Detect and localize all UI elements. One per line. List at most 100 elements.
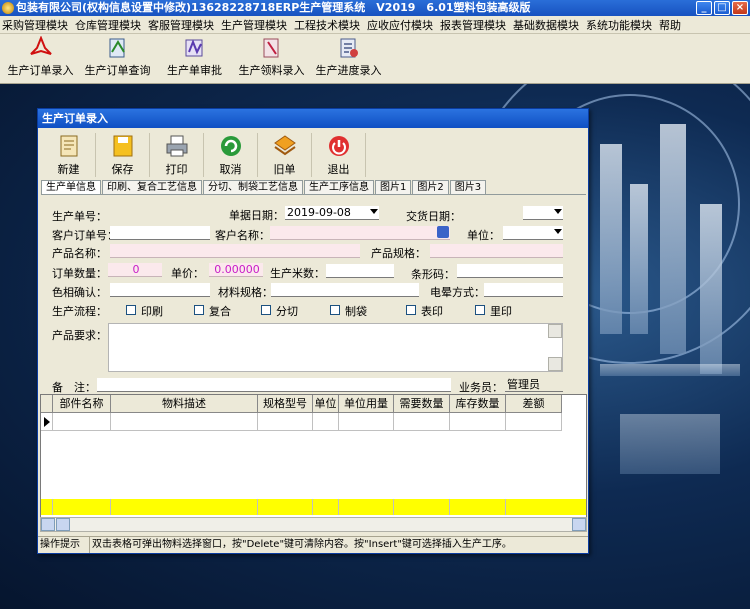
process-print-checkbox[interactable] (126, 305, 136, 315)
unit-field[interactable] (503, 226, 563, 240)
col-required-qty[interactable]: 需要数量 (394, 395, 450, 413)
grid-horizontal-scrollbar[interactable] (40, 517, 587, 532)
tab-print-laminate[interactable]: 印刷、复合工艺信息 (102, 180, 202, 194)
menu-engineering[interactable]: 工程技术模块 (292, 17, 365, 33)
price-label: 单价： (171, 267, 204, 280)
menu-production[interactable]: 生产管理模块 (219, 17, 292, 33)
col-difference[interactable]: 差额 (506, 395, 562, 413)
exit-button[interactable]: 退出 (312, 133, 366, 177)
barcode-field[interactable] (457, 264, 563, 278)
process-laminate-checkbox[interactable] (194, 305, 204, 315)
cancel-button[interactable]: 取消 (204, 133, 258, 177)
color-confirm-label: 色相确认： (52, 286, 107, 299)
color-confirm-field[interactable] (110, 283, 210, 297)
col-unit[interactable]: 单位 (313, 395, 339, 413)
product-spec-field[interactable] (430, 244, 563, 258)
menu-receivable-payable[interactable]: 应收应付模块 (365, 17, 438, 33)
search-icon[interactable] (437, 226, 449, 238)
col-part-name[interactable]: 部件名称 (53, 395, 111, 413)
cancel-icon (220, 136, 241, 156)
product-name-label: 产品名称： (52, 247, 107, 260)
production-order-dialog: 生产订单录入 新建 保存 打印 取消 旧单 退出 生产单信息 印刷、复合工艺信息 (37, 108, 589, 554)
scroll-thumb[interactable] (56, 518, 70, 531)
menu-system[interactable]: 系统功能模块 (584, 17, 657, 33)
chevron-down-icon (554, 209, 562, 214)
scroll-left-button[interactable] (41, 518, 55, 531)
tab-image-3[interactable]: 图片3 (449, 180, 487, 194)
exit-label: 退出 (327, 163, 350, 176)
process-surface-print-checkbox[interactable] (406, 305, 416, 315)
dialog-title: 生产订单录入 (38, 109, 588, 128)
scroll-down-button[interactable] (548, 357, 562, 371)
new-button[interactable]: 新建 (42, 133, 96, 177)
col-spec-model[interactable]: 规格型号 (258, 395, 313, 413)
production-progress-button[interactable]: 生产进度录入 (310, 34, 387, 82)
cust-name-field[interactable] (270, 226, 450, 240)
material-requisition-button[interactable]: 生产领料录入 (233, 34, 310, 82)
process-laminate-label: 复合 (209, 305, 231, 318)
process-reverse-print-label: 里印 (490, 305, 512, 318)
col-unit-usage[interactable]: 单位用量 (339, 395, 394, 413)
requirement-textarea[interactable] (108, 323, 563, 372)
close-button[interactable]: × (732, 1, 748, 15)
production-order-entry-button[interactable]: 生产订单录入 (2, 34, 79, 82)
print-icon (166, 135, 187, 157)
requirement-label: 产品要求： (52, 329, 107, 342)
remark-field[interactable] (97, 378, 451, 392)
material-icon (263, 38, 278, 58)
doc-date-field[interactable]: 2019-09-08 (285, 206, 379, 220)
grid-total-row (41, 499, 586, 515)
maximize-button[interactable]: □ (714, 1, 730, 15)
tab-slit-bag[interactable]: 分切、制袋工艺信息 (203, 180, 303, 194)
old-order-button[interactable]: 旧单 (258, 133, 312, 177)
price-field[interactable]: 0.00000 (209, 263, 263, 277)
col-stock-qty[interactable]: 库存数量 (450, 395, 506, 413)
tab-image-1[interactable]: 图片1 (375, 180, 412, 194)
main-toolbar: 生产订单录入 生产订单查询 生产单审批 生产领料录入 生产进度录入 (0, 34, 750, 84)
menu-customer-service[interactable]: 客服管理模块 (146, 17, 219, 33)
tab-image-2[interactable]: 图片2 (412, 180, 449, 194)
delivery-date-field[interactable] (523, 206, 563, 220)
corona-label: 电晕方式： (430, 286, 485, 299)
product-spec-label: 产品规格： (371, 247, 426, 260)
process-slit-checkbox[interactable] (261, 305, 271, 315)
salesman-field[interactable]: 管理员 (505, 378, 563, 392)
cust-name-label: 客户名称： (215, 229, 270, 242)
main-toolbar-label: 生产领料录入 (238, 64, 305, 77)
process-surface-print-label: 表印 (421, 305, 443, 318)
print-button[interactable]: 打印 (150, 133, 204, 177)
corona-field[interactable] (484, 283, 563, 297)
print-label: 打印 (165, 163, 188, 176)
process-bag-checkbox[interactable] (330, 305, 340, 315)
minimize-button[interactable]: _ (696, 1, 712, 15)
material-grid[interactable]: 部件名称 物料描述 规格型号 单位 单位用量 需要数量 库存数量 差额 (40, 394, 587, 518)
col-material-desc[interactable]: 物料描述 (111, 395, 258, 413)
material-spec-field[interactable] (271, 283, 419, 297)
pdf-icon (29, 36, 52, 55)
meters-label: 生产米数： (270, 267, 325, 280)
production-order-query-button[interactable]: 生产订单查询 (79, 34, 156, 82)
qty-field[interactable]: 0 (108, 263, 162, 277)
tab-process[interactable]: 生产工序信息 (304, 180, 374, 194)
scroll-up-button[interactable] (548, 324, 562, 338)
process-reverse-print-checkbox[interactable] (475, 305, 485, 315)
table-row[interactable] (41, 413, 562, 431)
salesman-label: 业务员： (459, 381, 503, 394)
production-approval-button[interactable]: 生产单审批 (156, 34, 233, 82)
menu-help[interactable]: 帮助 (657, 17, 686, 33)
cust-order-field[interactable] (110, 226, 210, 240)
menu-warehouse[interactable]: 仓库管理模块 (73, 17, 146, 33)
save-button[interactable]: 保存 (96, 133, 150, 177)
main-toolbar-label: 生产订单录入 (7, 64, 74, 77)
remark-label: 备 注： (52, 381, 96, 394)
meters-field[interactable] (326, 264, 394, 278)
product-name-field[interactable] (110, 244, 360, 258)
delivery-date-label: 交货日期： (406, 210, 461, 223)
chevron-down-icon (370, 209, 378, 214)
menu-base-data[interactable]: 基础数据模块 (511, 17, 584, 33)
status-label: 操作提示 (38, 537, 90, 553)
tab-order-info[interactable]: 生产单信息 (41, 180, 101, 195)
menu-purchase[interactable]: 采购管理模块 (0, 17, 73, 33)
scroll-right-button[interactable] (572, 518, 586, 531)
menu-reports[interactable]: 报表管理模块 (438, 17, 511, 33)
